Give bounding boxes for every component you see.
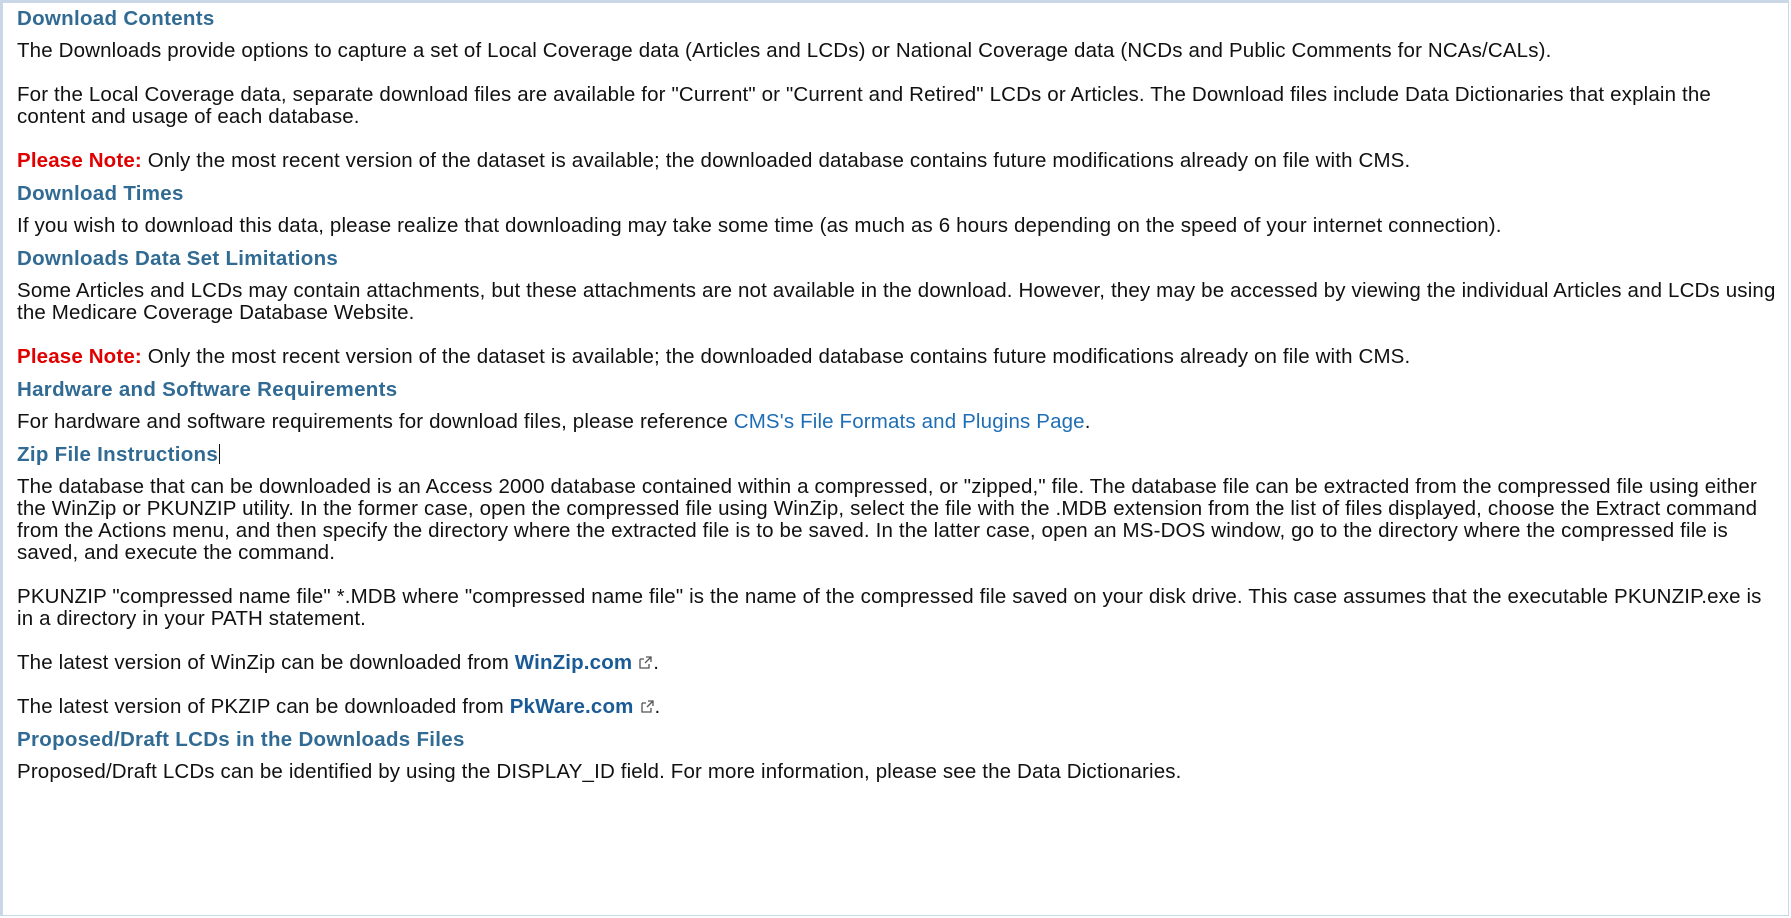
external-link-icon[interactable] — [638, 655, 653, 670]
limitations-note: Please Note: Only the most recent versio… — [17, 346, 1779, 368]
heading-data-set-limitations: Downloads Data Set Limitations — [17, 247, 339, 270]
external-link-icon[interactable] — [640, 699, 655, 714]
pkzip-text: The latest version of PKZIP can be downl… — [17, 695, 510, 718]
winzip-paragraph: The latest version of WinZip can be down… — [17, 652, 1779, 674]
requirements-period: . — [1084, 410, 1091, 433]
requirements-text: For hardware and software requirements f… — [17, 410, 734, 433]
zip-paragraph-2: PKUNZIP "compressed name file" *.MDB whe… — [17, 585, 1762, 630]
content-frame: Download Contents The Downloads provide … — [0, 0, 1789, 916]
heading-proposed-draft-lcds: Proposed/Draft LCDs in the Downloads Fil… — [17, 728, 465, 751]
heading-download-contents: Download Contents — [17, 7, 215, 30]
limitations-paragraph: Some Articles and LCDs may contain attac… — [17, 279, 1776, 324]
winzip-text: The latest version of WinZip can be down… — [17, 651, 515, 674]
heading-hardware-software-requirements: Hardware and Software Requirements — [17, 378, 398, 401]
file-formats-plugins-link[interactable]: CMS's File Formats and Plugins Page — [734, 410, 1085, 433]
requirements-paragraph: For hardware and software requirements f… — [17, 411, 1779, 433]
please-note-text: Only the most recent version of the data… — [141, 345, 1411, 368]
download-contents-paragraph-2: For the Local Coverage data, separate do… — [17, 83, 1711, 128]
please-note-text: Only the most recent version of the data… — [141, 149, 1411, 172]
proposed-paragraph: Proposed/Draft LCDs can be identified by… — [17, 760, 1182, 783]
zip-heading-text: Zip File Instructions — [17, 443, 219, 466]
pkzip-paragraph: The latest version of PKZIP can be downl… — [17, 696, 1779, 718]
heading-download-times: Download Times — [17, 182, 184, 205]
winzip-period: . — [653, 651, 660, 674]
winzip-link[interactable]: WinZip.com — [515, 651, 632, 674]
download-contents-note: Please Note: Only the most recent versio… — [17, 150, 1779, 172]
heading-zip-file-instructions: Zip File Instructions — [17, 443, 1779, 467]
download-contents-paragraph-1: The Downloads provide options to capture… — [17, 39, 1552, 62]
please-note-label: Please Note: — [17, 149, 142, 172]
pkware-link[interactable]: PkWare.com — [510, 695, 634, 718]
pkzip-period: . — [654, 695, 661, 718]
page-content: Download Contents The Downloads provide … — [17, 7, 1779, 783]
zip-paragraph-1: The database that can be downloaded is a… — [17, 475, 1758, 564]
text-cursor — [219, 444, 221, 464]
please-note-label: Please Note: — [17, 345, 142, 368]
download-times-paragraph: If you wish to download this data, pleas… — [17, 214, 1502, 237]
